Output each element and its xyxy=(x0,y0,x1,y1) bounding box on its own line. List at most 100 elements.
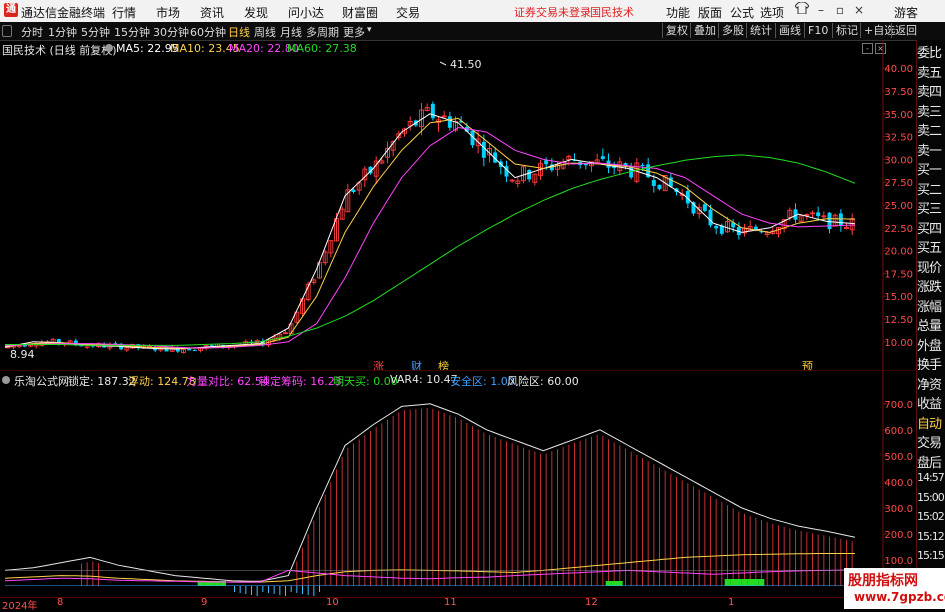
side-panel-item[interactable]: 自动 xyxy=(917,413,945,432)
tab-more[interactable]: 更多 xyxy=(343,24,365,40)
candle-body xyxy=(702,204,707,211)
menu-gongneng[interactable]: 功能 xyxy=(666,4,690,21)
maximize-icon[interactable]: ▫ xyxy=(831,2,849,18)
x-tick-oct: 10 xyxy=(326,597,339,608)
candle-body xyxy=(447,116,452,128)
line-ma10 xyxy=(4,117,856,349)
candle-body xyxy=(827,212,832,230)
y-tick-label: 15.00 xyxy=(884,292,913,303)
tab-daily[interactable]: 日线 xyxy=(228,24,250,40)
tab-30min[interactable]: 30分钟 xyxy=(153,24,189,40)
menu-faxian[interactable]: 发现 xyxy=(244,4,268,21)
watermark-logo: 股朋指标网 www.7gpzb.com xyxy=(844,568,945,609)
more-chevron-down-icon[interactable]: ▾ xyxy=(367,25,372,35)
y-tick-label: 30.00 xyxy=(884,155,913,166)
side-panel-item: 卖五 xyxy=(917,65,942,81)
indicator-bars xyxy=(81,408,853,596)
menu-shichang[interactable]: 市场 xyxy=(156,4,180,21)
trade-login-notice[interactable]: 证券交易未登录 xyxy=(514,4,591,20)
side-panel-item: 卖三 xyxy=(917,104,942,120)
indicator-chart[interactable] xyxy=(0,371,884,596)
low-price-label: 8.94 xyxy=(10,348,35,361)
candlestick-chart[interactable]: 41.50 8.94 涨 财 榜 预 xyxy=(0,40,884,370)
buy-signal-bar xyxy=(724,579,731,586)
high-price-pointer xyxy=(439,61,447,66)
high-price-label: 41.50 xyxy=(450,58,482,71)
btn-fuquan[interactable]: 复权 xyxy=(662,23,691,38)
candle-body xyxy=(651,180,656,186)
menu-wenxiaoda[interactable]: 问小达 xyxy=(288,4,324,21)
quote-side-panel: 委比 卖五 卖四 卖三 卖二 卖一 买一 买二 买三 买四 买五 现价 涨跌 涨幅 总量 外盘 换手 净资 收益 自动… xyxy=(916,40,945,609)
menu-xuanxiang[interactable]: 选项 xyxy=(760,4,784,21)
menu-caifuquan[interactable]: 财富圈 xyxy=(342,4,378,21)
x-tick-dec: 12 xyxy=(585,597,598,608)
buy-signal-bar xyxy=(617,581,623,586)
side-panel-item: 涨跌 xyxy=(917,280,942,295)
side-panel-item[interactable]: 交易 xyxy=(917,432,945,451)
line-ma60 xyxy=(5,154,856,346)
guest-label[interactable]: 游客 xyxy=(894,4,918,21)
candle-body xyxy=(600,156,605,160)
tab-5min[interactable]: 5分钟 xyxy=(81,24,110,40)
menu-jiaoyi[interactable]: 交易 xyxy=(396,4,420,21)
side-panel-item[interactable]: 15:00 xyxy=(917,491,945,504)
side-panel-item: 买五 xyxy=(917,241,942,256)
btn-huaxian[interactable]: 画线 xyxy=(775,23,804,38)
btn-diejia[interactable]: 叠加 xyxy=(690,23,719,38)
btn-biaoji[interactable]: 标记 xyxy=(832,23,861,38)
candle-body xyxy=(351,189,356,192)
btn-back[interactable]: 返回 xyxy=(891,23,920,38)
menu-hangqing[interactable]: 行情 xyxy=(112,4,136,21)
side-panel-item[interactable]: 15:12 xyxy=(917,530,945,543)
side-panel-item[interactable]: 15:15 xyxy=(917,549,945,562)
tab-weekly[interactable]: 周线 xyxy=(254,24,276,40)
side-panel-item: 卖一 xyxy=(917,143,942,159)
candle-body xyxy=(816,212,821,217)
tab-monthly[interactable]: 月线 xyxy=(280,24,302,40)
indicator-tick-label: 500.0 xyxy=(884,452,913,463)
candle-body xyxy=(708,209,713,226)
y-tick-label: 22.50 xyxy=(884,224,913,235)
y-tick-label: 10.00 xyxy=(884,338,913,349)
shirt-icon[interactable] xyxy=(793,1,811,18)
minimize-icon[interactable]: – xyxy=(812,2,830,18)
side-panel-item[interactable]: 14:57 xyxy=(917,471,945,484)
buy-signal-bar xyxy=(758,579,765,586)
btn-tongji[interactable]: 统计 xyxy=(746,23,775,38)
tab-15min[interactable]: 15分钟 xyxy=(114,24,150,40)
y-tick-label: 35.00 xyxy=(884,110,913,121)
y-tick-label: 40.00 xyxy=(884,64,913,75)
marker-bang[interactable]: 榜 xyxy=(438,359,449,370)
app-logo-icon: 通 xyxy=(4,3,18,17)
candle-body xyxy=(430,103,435,119)
marker-cai[interactable]: 财 xyxy=(411,359,422,370)
buy-signal-bar xyxy=(611,581,617,586)
marker-zhang[interactable]: 涨 xyxy=(373,360,384,370)
side-panel-item: 卖四 xyxy=(917,85,942,100)
side-panel-item: 买二 xyxy=(917,182,942,198)
buy-signal-bar xyxy=(736,579,742,586)
side-panel-item[interactable]: 盘后 xyxy=(917,452,945,471)
btn-duogu[interactable]: 多股 xyxy=(718,23,747,38)
period-toolbar: 分时 1分钟 5分钟 15分钟 30分钟 60分钟 日线 周线 月线 多周期 更… xyxy=(0,22,945,41)
candle-body xyxy=(544,160,549,165)
buy-signal-bar xyxy=(730,579,736,586)
side-panel-item[interactable]: 15:02 xyxy=(917,510,945,523)
menu-zixun[interactable]: 资讯 xyxy=(200,4,224,21)
app-title: 通达信金融终端 xyxy=(21,6,106,20)
candle-body xyxy=(640,164,645,166)
tab-1min[interactable]: 1分钟 xyxy=(48,24,77,40)
menu-banmian[interactable]: 版面 xyxy=(698,4,722,21)
y-tick-label: 20.00 xyxy=(884,247,913,258)
close-icon[interactable]: × xyxy=(850,2,868,18)
marker-yu[interactable]: 预 xyxy=(802,360,813,370)
chart-mode-icon[interactable] xyxy=(2,25,12,37)
candle-body xyxy=(838,213,843,227)
btn-f10[interactable]: F10 xyxy=(804,23,831,38)
buy-signal-bar xyxy=(747,579,753,586)
tab-multi-period[interactable]: 多周期 xyxy=(306,24,339,40)
tab-fenshi[interactable]: 分时 xyxy=(21,24,43,40)
menu-gongshi[interactable]: 公式 xyxy=(730,4,754,21)
tab-60min[interactable]: 60分钟 xyxy=(190,24,226,40)
candle-body xyxy=(657,184,662,190)
